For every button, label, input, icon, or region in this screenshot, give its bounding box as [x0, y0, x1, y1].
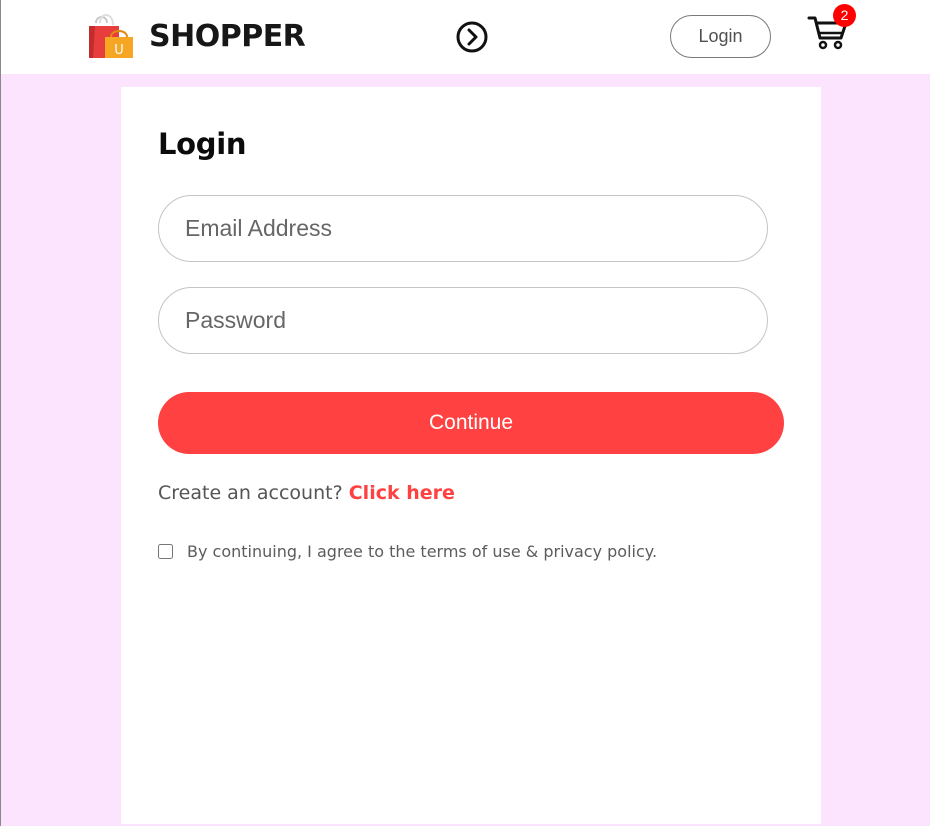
signup-prompt: Create an account? Click here — [158, 482, 455, 504]
login-button[interactable]: Login — [670, 15, 771, 58]
terms-agreement: By continuing, I agree to the terms of u… — [158, 542, 657, 561]
signup-link[interactable]: Click here — [349, 482, 455, 504]
email-field[interactable] — [158, 195, 768, 262]
terms-text: By continuing, I agree to the terms of u… — [187, 542, 658, 561]
brand[interactable]: U SHOPPER — [87, 13, 306, 59]
logo-letter: U — [114, 43, 124, 58]
app-window: U SHOPPER Login 2 Login Continue Create … — [0, 0, 930, 826]
signup-prompt-text: Create an account? — [158, 482, 343, 504]
cart-count-badge: 2 — [833, 4, 856, 27]
shopping-bag-logo-icon: U — [89, 14, 133, 58]
brand-name: SHOPPER — [149, 18, 306, 54]
terms-checkbox[interactable] — [158, 544, 173, 559]
password-field[interactable] — [158, 287, 768, 354]
chevron-right-circle-icon[interactable] — [455, 20, 489, 54]
navbar: U SHOPPER Login 2 — [1, 0, 930, 74]
login-title: Login — [158, 127, 247, 161]
login-card: Login Continue Create an account? Click … — [121, 87, 821, 824]
continue-button[interactable]: Continue — [158, 392, 784, 454]
